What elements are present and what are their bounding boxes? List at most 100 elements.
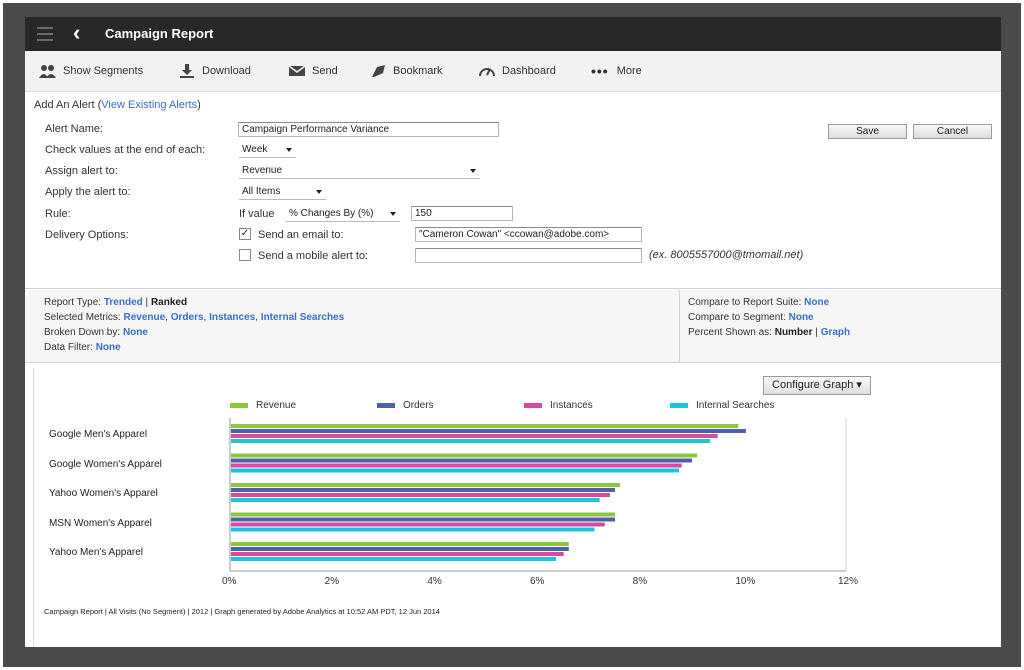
bar-chart	[229, 418, 847, 572]
chevron-down-icon	[470, 169, 476, 173]
bookmark-icon	[372, 65, 385, 77]
bar-internal-searches-0	[231, 439, 710, 443]
rule-amount-input[interactable]: 150	[411, 206, 513, 221]
delivery-options-label: Delivery Options:	[45, 229, 129, 241]
more-label: More	[616, 65, 642, 77]
assign-metric-select[interactable]: Revenue	[239, 164, 480, 179]
report-summary: Report Type: Trended | Ranked Selected M…	[25, 290, 1001, 363]
apply-alert-label: Apply the alert to:	[45, 186, 131, 198]
check-period-select[interactable]: Week	[239, 143, 296, 158]
bar-revenue-0	[231, 424, 739, 428]
chevron-down-icon	[286, 148, 292, 152]
bar-instances-4	[231, 552, 564, 556]
window-frame: ‹ Campaign Report Show Segments Download…	[3, 3, 1021, 667]
more-dots-icon: •••	[591, 63, 609, 79]
mobile-option-label: Send a mobile alert to:	[258, 250, 369, 262]
broken-down-link[interactable]: None	[123, 327, 148, 338]
rule-prefix: If value	[239, 208, 275, 220]
bar-orders-0	[231, 429, 746, 433]
email-option-label: Send an email to:	[258, 229, 344, 241]
bar-internal-searches-2	[231, 498, 600, 502]
metric-link-orders[interactable]: Orders	[171, 312, 204, 323]
bar-internal-searches-1	[231, 468, 680, 473]
metric-link-internal-searches[interactable]: Internal Searches	[261, 312, 344, 323]
bar-orders-4	[231, 547, 569, 551]
compare-suite-link[interactable]: None	[804, 297, 829, 308]
page-title: Campaign Report	[105, 26, 214, 41]
bar-instances-1	[231, 463, 682, 468]
add-alert-form: Add An Alert (View Existing Alerts) Aler…	[25, 92, 1001, 289]
ranked-option[interactable]: Ranked	[151, 297, 187, 308]
email-input[interactable]: "Cameron Cowan" <ccowan@adobe.com>	[415, 227, 642, 242]
bar-orders-3	[231, 517, 615, 522]
broken-down-line: Broken Down by: None	[44, 327, 148, 338]
segments-icon	[39, 65, 56, 78]
show-segments-button[interactable]: Show Segments	[39, 63, 143, 79]
gauge-icon	[479, 68, 495, 77]
graph-panel: Configure Graph ▾ Revenue Orders Instances…	[33, 368, 1001, 647]
bar-instances-2	[231, 493, 610, 497]
bar-orders-2	[231, 488, 615, 492]
x-tick-label: 4%	[427, 576, 442, 587]
alert-name-input[interactable]: Campaign Performance Variance	[238, 122, 499, 137]
compare-segment-link[interactable]: None	[789, 312, 814, 323]
send-button[interactable]: Send	[288, 63, 338, 79]
compare-segment-line: Compare to Segment: None	[688, 312, 814, 323]
chevron-down-icon	[390, 212, 396, 216]
dashboard-button[interactable]: Dashboard	[478, 63, 556, 79]
cancel-button[interactable]: Cancel	[913, 124, 992, 139]
rule-label: Rule:	[45, 208, 71, 220]
x-tick-label: 6%	[530, 576, 545, 587]
bar-revenue-4	[231, 542, 569, 546]
bookmark-button[interactable]: Bookmark	[369, 63, 443, 79]
dashboard-label: Dashboard	[502, 65, 556, 77]
mobile-input[interactable]	[415, 248, 642, 263]
download-label: Download	[202, 65, 251, 77]
bar-internal-searches-4	[231, 557, 556, 561]
send-label: Send	[312, 65, 338, 77]
selected-metrics-line: Selected Metrics: Revenue, Orders, Insta…	[44, 312, 345, 323]
bar-orders-1	[231, 458, 692, 463]
app-window: ‹ Campaign Report Show Segments Download…	[25, 17, 1001, 647]
mobile-checkbox[interactable]	[239, 249, 251, 261]
data-filter-line: Data Filter: None	[44, 342, 121, 353]
bar-instances-0	[231, 434, 718, 438]
bar-revenue-2	[231, 483, 621, 487]
hamburger-menu-icon[interactable]	[37, 27, 53, 41]
x-tick-label: 8%	[632, 576, 648, 587]
alert-heading: Add An Alert (View Existing Alerts)	[34, 99, 201, 111]
chevron-down-icon	[316, 190, 322, 194]
title-bar: ‹ Campaign Report	[25, 17, 1001, 51]
bar-revenue-3	[231, 512, 615, 517]
download-icon	[180, 64, 194, 78]
view-existing-alerts-link[interactable]: View Existing Alerts	[101, 99, 197, 111]
envelope-icon	[288, 65, 306, 76]
data-filter-link[interactable]: None	[96, 342, 121, 353]
toolbar: Show Segments Download Send Bookmark Das…	[25, 51, 1001, 92]
more-button[interactable]: ••• More	[591, 63, 642, 79]
percent-number-option[interactable]: Number	[775, 327, 813, 338]
apply-items-select[interactable]: All Items	[239, 185, 326, 200]
compare-suite-line: Compare to Report Suite: None	[688, 297, 830, 308]
rule-condition-select[interactable]: % Changes By (%)	[286, 207, 400, 222]
x-tick-label: 10%	[735, 576, 756, 587]
check-values-label: Check values at the end of each:	[45, 144, 206, 156]
bar-instances-3	[231, 522, 605, 527]
metric-link-instances[interactable]: Instances	[209, 312, 255, 323]
email-checkbox[interactable]: ✓	[239, 228, 251, 240]
mobile-hint: (ex. 8005557000@tmomail.net)	[649, 249, 804, 261]
save-button[interactable]: Save	[828, 124, 907, 139]
download-button[interactable]: Download	[178, 63, 251, 79]
trended-link[interactable]: Trended	[104, 297, 143, 308]
percent-shown-line: Percent Shown as: Number | Graph	[688, 327, 851, 338]
show-segments-label: Show Segments	[63, 65, 144, 77]
assign-alert-label: Assign alert to:	[45, 165, 118, 177]
report-type-line: Report Type: Trended | Ranked	[44, 297, 188, 308]
back-arrow-icon[interactable]: ‹	[73, 21, 80, 45]
x-tick-label: 0%	[222, 576, 237, 587]
x-tick-label: 12%	[838, 576, 859, 587]
percent-graph-link[interactable]: Graph	[821, 327, 850, 338]
bookmark-label: Bookmark	[393, 65, 443, 77]
bar-revenue-1	[231, 453, 698, 458]
metric-link-revenue[interactable]: Revenue	[123, 312, 165, 323]
